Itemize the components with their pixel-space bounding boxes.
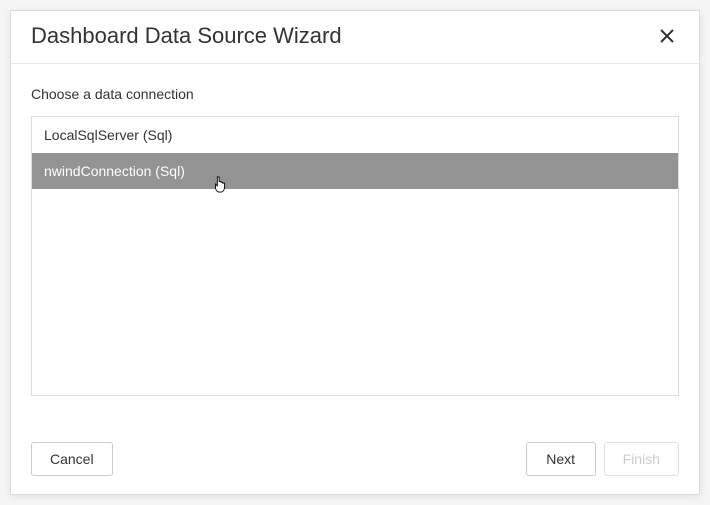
- close-button[interactable]: [655, 24, 679, 48]
- finish-button[interactable]: Finish: [604, 442, 679, 476]
- dialog-footer: Cancel Next Finish: [11, 426, 699, 494]
- connection-item-nwindconnection[interactable]: nwindConnection (Sql): [32, 153, 678, 189]
- close-icon: [660, 29, 674, 43]
- connection-item-label: nwindConnection (Sql): [44, 163, 185, 179]
- dialog-body: Choose a data connection LocalSqlServer …: [11, 64, 699, 426]
- pointer-cursor-icon: [212, 175, 228, 195]
- data-source-wizard-dialog: Dashboard Data Source Wizard Choose a da…: [10, 10, 700, 495]
- prompt-label: Choose a data connection: [31, 86, 679, 102]
- connection-item-localsqlserver[interactable]: LocalSqlServer (Sql): [32, 117, 678, 153]
- footer-right-buttons: Next Finish: [526, 442, 679, 476]
- connection-list[interactable]: LocalSqlServer (Sql) nwindConnection (Sq…: [31, 116, 679, 396]
- cancel-button[interactable]: Cancel: [31, 442, 113, 476]
- dialog-header: Dashboard Data Source Wizard: [11, 11, 699, 64]
- connection-item-label: LocalSqlServer (Sql): [44, 127, 172, 143]
- next-button[interactable]: Next: [526, 442, 596, 476]
- dialog-title: Dashboard Data Source Wizard: [31, 23, 342, 49]
